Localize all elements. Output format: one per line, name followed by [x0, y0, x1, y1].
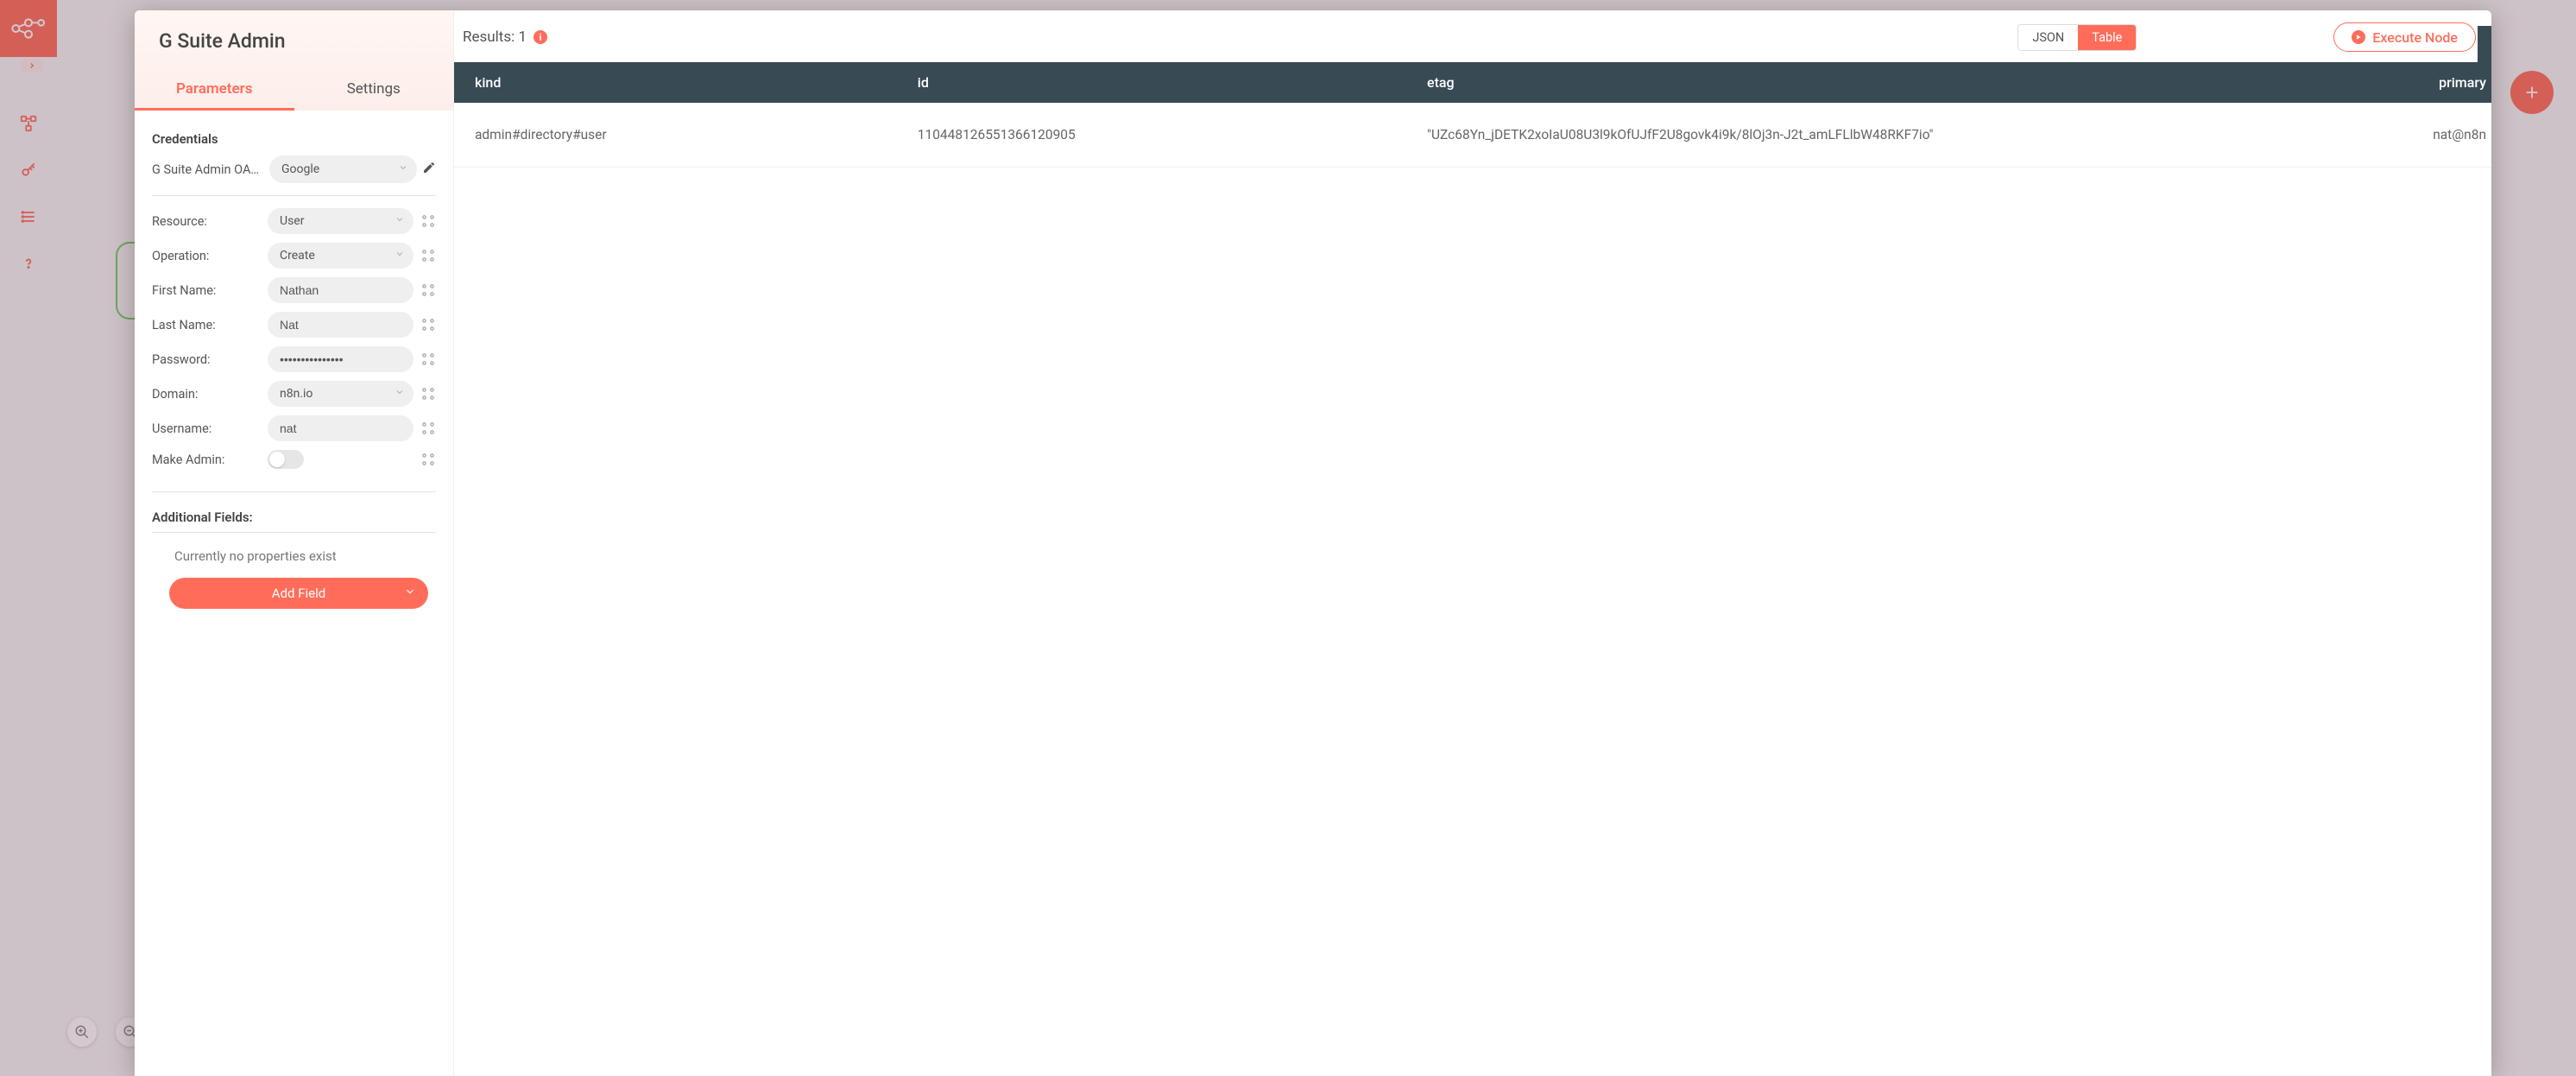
col-id: id — [897, 62, 1406, 103]
cell-primary: nat@n8n — [2289, 103, 2491, 168]
resource-label: Resource: — [152, 214, 261, 229]
credential-value: Google — [281, 162, 319, 176]
additional-fields-heading: Additional Fields: — [152, 497, 436, 533]
resource-select[interactable]: User — [268, 208, 414, 234]
cell-id: 110448126551366120905 — [897, 103, 1406, 168]
param-options-icon[interactable] — [420, 421, 436, 436]
param-options-icon[interactable] — [420, 386, 436, 402]
parameters-panel: G Suite Admin Parameters Settings Creden… — [135, 10, 454, 1076]
view-json-button[interactable]: JSON — [2018, 25, 2078, 50]
table-row[interactable]: admin#directory#user 1104481265513661209… — [454, 103, 2491, 168]
node-editor-modal: G Suite Admin Parameters Settings Creden… — [135, 10, 2491, 1076]
param-options-icon[interactable] — [420, 351, 436, 367]
param-options-icon[interactable] — [420, 452, 436, 467]
view-toggle: JSON Table — [2017, 24, 2137, 51]
operation-label: Operation: — [152, 249, 261, 263]
password-label: Password: — [152, 352, 261, 367]
operation-select[interactable]: Create — [268, 243, 414, 269]
tab-parameters[interactable]: Parameters — [135, 68, 294, 111]
no-properties-text: Currently no properties exist — [152, 533, 436, 578]
col-etag: etag — [1406, 62, 2289, 103]
col-primary: primary — [2289, 62, 2491, 103]
chevron-down-icon — [395, 249, 405, 263]
first-name-label: First Name: — [152, 283, 261, 298]
param-options-icon[interactable] — [420, 282, 436, 298]
play-icon — [2352, 30, 2365, 44]
execute-node-button[interactable]: Execute Node — [2333, 22, 2476, 52]
results-panel: Results: 1 i JSON Table Execute Node kin… — [454, 10, 2491, 1076]
cell-kind: admin#directory#user — [454, 103, 897, 168]
col-kind: kind — [454, 62, 897, 103]
make-admin-toggle[interactable] — [268, 450, 304, 469]
last-name-label: Last Name: — [152, 318, 261, 332]
domain-select[interactable]: n8n.io — [268, 381, 414, 407]
edit-credential-icon[interactable] — [422, 161, 436, 178]
param-options-icon[interactable] — [420, 213, 436, 229]
chevron-down-icon — [395, 214, 405, 228]
close-button[interactable] — [2478, 26, 2491, 71]
tab-settings[interactable]: Settings — [294, 68, 454, 111]
credential-type-label: G Suite Admin OAut... — [152, 162, 264, 177]
credentials-heading: Credentials — [152, 131, 436, 147]
param-options-icon[interactable] — [420, 317, 436, 332]
username-input[interactable] — [268, 415, 414, 441]
domain-label: Domain: — [152, 387, 261, 402]
first-name-input[interactable] — [268, 277, 414, 303]
view-table-button[interactable]: Table — [2078, 25, 2136, 50]
chevron-down-icon — [404, 585, 416, 601]
make-admin-label: Make Admin: — [152, 453, 261, 467]
node-title: G Suite Admin — [135, 10, 453, 68]
add-field-button[interactable]: Add Field — [169, 578, 428, 609]
results-table: kind id etag primary admin#directory#use… — [454, 62, 2491, 168]
chevron-down-icon — [398, 162, 408, 176]
chevron-down-icon — [395, 387, 405, 401]
cell-etag: "UZc68Yn_jDETK2xoIaU08U3l9kOfUJfF2U8govk… — [1406, 103, 2289, 168]
last-name-input[interactable] — [268, 312, 414, 338]
param-options-icon[interactable] — [420, 248, 436, 263]
username-label: Username: — [152, 421, 261, 436]
credential-select[interactable]: Google — [269, 155, 417, 183]
password-input[interactable] — [268, 346, 414, 372]
results-count: Results: 1 — [463, 28, 527, 46]
info-icon[interactable]: i — [534, 30, 547, 44]
